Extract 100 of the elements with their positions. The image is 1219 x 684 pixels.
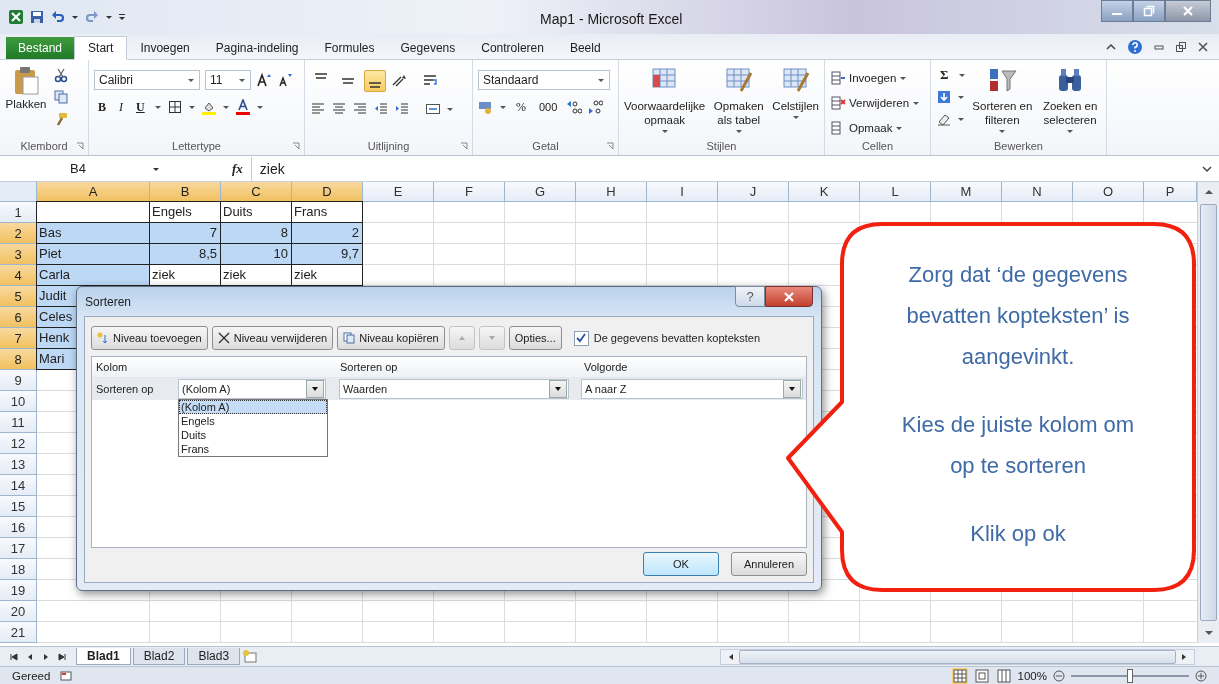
checkbox[interactable] <box>573 330 589 346</box>
options-button[interactable]: Opties... <box>508 326 562 350</box>
row-header[interactable]: 9 <box>0 370 37 391</box>
column-header[interactable]: D <box>292 182 363 202</box>
caret-icon[interactable] <box>187 103 196 111</box>
row-header[interactable]: 17 <box>0 538 37 559</box>
align-center-icon[interactable] <box>331 101 347 117</box>
column-header[interactable]: B <box>150 182 221 202</box>
column-header[interactable]: I <box>647 182 718 202</box>
dropdown-option[interactable]: Frans <box>179 442 327 456</box>
dialog-launcher-icon[interactable] <box>292 142 300 150</box>
editing-button[interactable]: Zoeken en selecteren <box>1039 65 1101 135</box>
column-header[interactable]: N <box>1002 182 1073 202</box>
row-header[interactable]: 12 <box>0 433 37 454</box>
align-right-icon[interactable] <box>352 101 368 117</box>
zoom-out-icon[interactable] <box>1053 669 1065 682</box>
ribbon-tab[interactable]: Invoegen <box>127 37 203 59</box>
toolbar-button[interactable]: Niveau kopiëren <box>337 326 445 350</box>
grow-font-icon[interactable] <box>256 72 272 88</box>
bold-button[interactable]: B <box>94 99 110 115</box>
increase-decimal-icon[interactable] <box>566 99 583 115</box>
caret-icon[interactable] <box>957 71 966 79</box>
customize-toolbar-icon[interactable] <box>118 13 126 21</box>
column-header[interactable]: H <box>576 182 647 202</box>
row-header[interactable]: 19 <box>0 580 37 601</box>
dialog-button[interactable]: Annuleren <box>731 552 807 576</box>
checkbox-label[interactable]: De gegevens bevatten kopteksten <box>593 332 761 344</box>
dialog-button[interactable]: OK <box>643 552 719 576</box>
row-header[interactable]: 21 <box>0 622 37 643</box>
row-header[interactable]: 6 <box>0 307 37 328</box>
row-header[interactable]: 1 <box>0 202 37 223</box>
column-header[interactable]: J <box>718 182 789 202</box>
thousands-button[interactable]: 000 <box>535 101 562 113</box>
currency-icon[interactable] <box>478 99 494 115</box>
caret-icon[interactable] <box>71 13 79 21</box>
column-header[interactable]: K <box>789 182 860 202</box>
dialog-launcher-icon[interactable] <box>76 142 84 150</box>
normal-view-icon[interactable] <box>951 667 968 684</box>
merge-cells-icon[interactable] <box>425 101 441 117</box>
dropdown-option[interactable]: Engels <box>179 414 327 428</box>
restore-icon[interactable] <box>1175 41 1187 53</box>
column-header[interactable]: E <box>363 182 434 202</box>
font-color-icon[interactable] <box>234 99 251 115</box>
last-sheet-icon[interactable] <box>58 652 66 661</box>
orientation-icon[interactable] <box>391 73 407 89</box>
shrink-font-icon[interactable] <box>277 72 293 88</box>
previous-sheet-icon[interactable] <box>26 652 34 661</box>
column-header[interactable]: L <box>860 182 931 202</box>
undo-icon[interactable] <box>50 9 66 25</box>
ribbon-tab[interactable]: Gegevens <box>387 37 469 59</box>
column-header[interactable]: M <box>931 182 1002 202</box>
borders-icon[interactable] <box>166 99 183 115</box>
row-header[interactable]: 18 <box>0 559 37 580</box>
underline-button[interactable]: U <box>132 99 149 115</box>
zoom-in-icon[interactable] <box>1195 669 1207 682</box>
caret-icon[interactable] <box>255 103 264 111</box>
column-header[interactable]: F <box>434 182 505 202</box>
save-icon[interactable] <box>29 9 45 25</box>
page-layout-icon[interactable] <box>973 667 990 684</box>
font-size-combo[interactable]: 11 <box>205 70 251 90</box>
row-header[interactable]: 14 <box>0 475 37 496</box>
font-family-combo[interactable]: Calibri <box>94 70 200 90</box>
align-left-icon[interactable] <box>310 101 326 117</box>
number-format-combo[interactable]: Standaard <box>478 70 610 90</box>
sheet-tab[interactable]: Blad2 <box>132 648 186 665</box>
row-header[interactable]: 16 <box>0 517 37 538</box>
vertical-align-button[interactable] <box>364 70 386 92</box>
paste-button[interactable]: Plakken <box>5 65 47 111</box>
copy-icon[interactable] <box>53 89 69 105</box>
row-header[interactable]: 2 <box>0 223 37 244</box>
ribbon-tab[interactable]: Beeld <box>556 37 614 59</box>
sheet-tab[interactable]: Blad1 <box>76 648 131 665</box>
name-box[interactable]: B4 <box>14 161 164 176</box>
cells-button[interactable]: Opmaak <box>830 120 904 136</box>
caret-icon[interactable] <box>499 103 507 111</box>
row-header[interactable]: 8 <box>0 349 37 370</box>
row-header[interactable]: 3 <box>0 244 37 265</box>
close-icon[interactable] <box>1197 41 1209 53</box>
sheet-tab[interactable]: Blad3 <box>187 648 241 665</box>
ribbon-tab[interactable]: Start <box>74 36 128 60</box>
row-header[interactable]: 15 <box>0 496 37 517</box>
style-button[interactable]: Voorwaardelijke opmaak <box>624 65 706 135</box>
caret-icon[interactable] <box>446 105 454 113</box>
macro-record-icon[interactable] <box>60 669 73 682</box>
row-header[interactable]: 11 <box>0 412 37 433</box>
caret-icon[interactable] <box>957 115 965 123</box>
caret-icon[interactable] <box>153 103 162 111</box>
scroll-right-icon[interactable] <box>1180 652 1188 661</box>
toolbar-button[interactable]: Niveau verwijderen <box>211 326 334 350</box>
dialog-launcher-icon[interactable] <box>460 142 468 150</box>
column-header[interactable]: G <box>505 182 576 202</box>
fill-down-icon[interactable] <box>936 89 952 105</box>
row-header[interactable]: 7 <box>0 328 37 349</box>
cells-button[interactable]: Invoegen <box>830 70 908 86</box>
ribbon-tab[interactable]: Bestand <box>6 37 75 59</box>
style-button[interactable]: Celstijlen <box>772 65 819 121</box>
column-header[interactable]: A <box>37 182 150 202</box>
cells-button[interactable]: Verwijderen <box>830 95 921 111</box>
formula-input[interactable]: ziek <box>250 156 1193 181</box>
dialog-launcher-icon[interactable] <box>606 142 614 150</box>
